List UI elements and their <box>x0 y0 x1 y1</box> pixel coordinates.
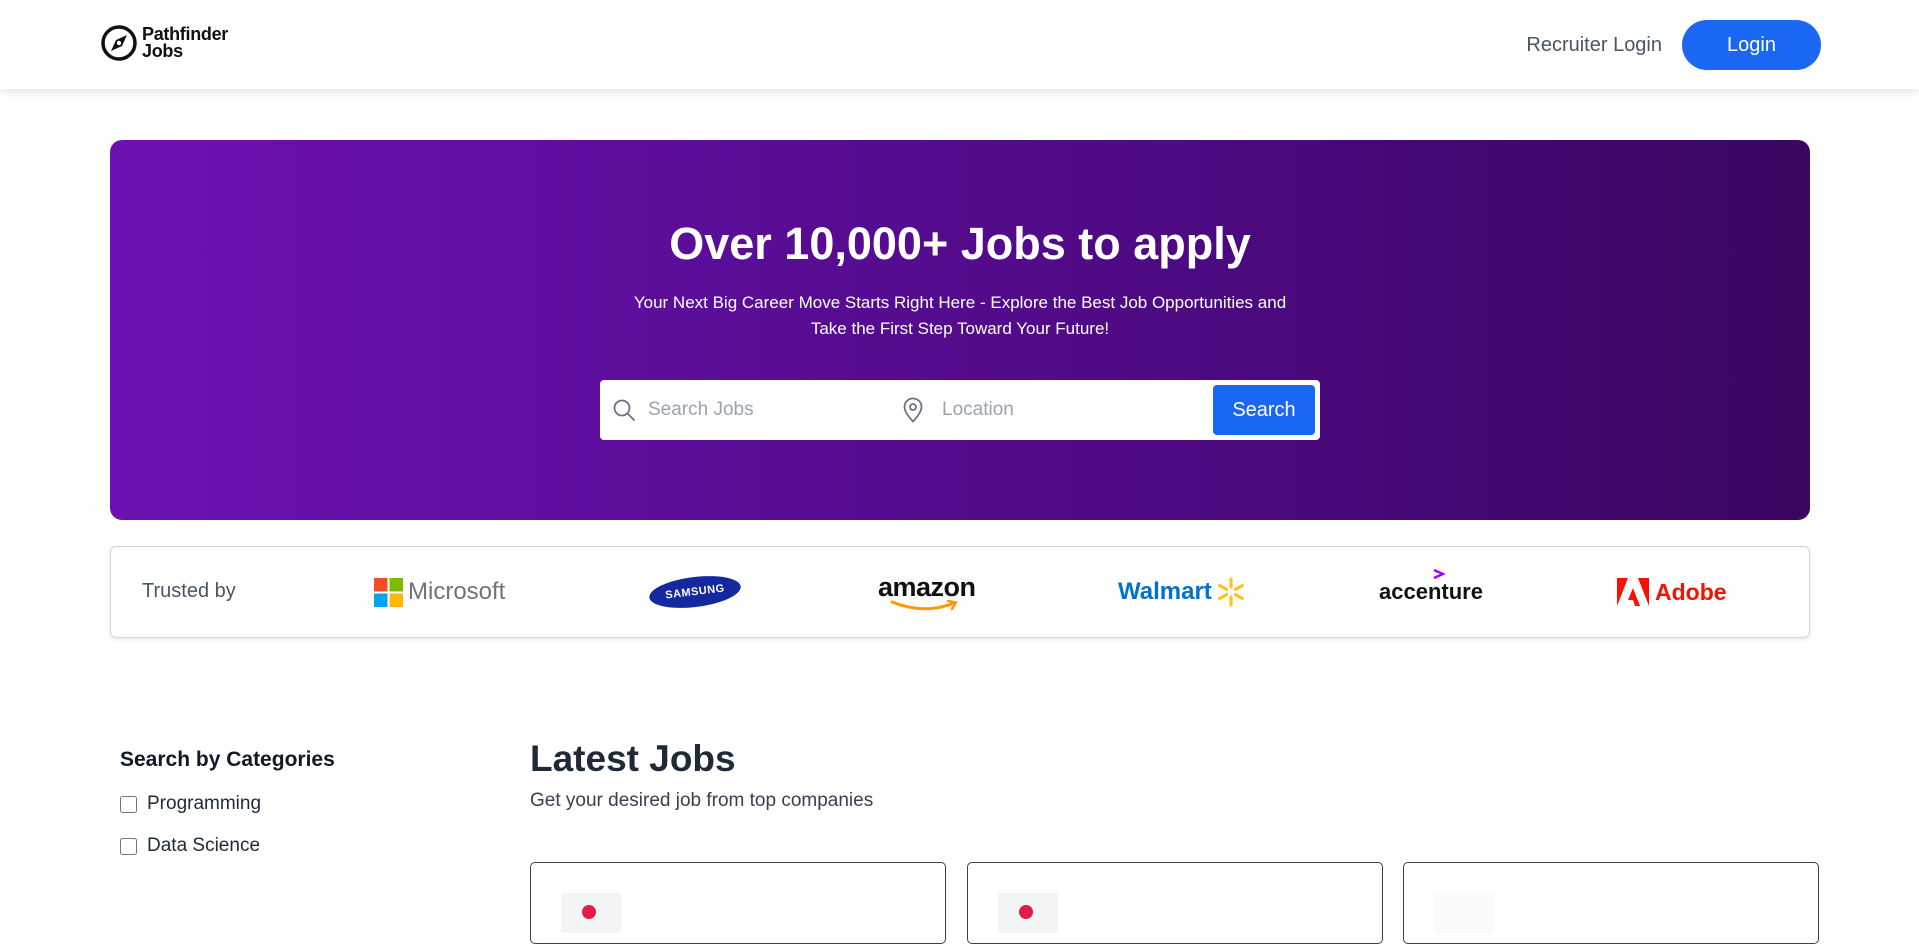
job-search-bar: Search <box>600 380 1320 440</box>
samsung-oval: SAMSUNG <box>647 571 743 613</box>
job-card[interactable] <box>530 862 946 944</box>
search-jobs-field <box>600 380 890 440</box>
accenture-wordmark: accenture <box>1379 579 1483 604</box>
company-logo <box>1434 893 1494 933</box>
latest-jobs-subtitle: Get your desired job from top companies <box>530 790 874 811</box>
hero-banner: Over 10,000+ Jobs to apply Your Next Big… <box>110 140 1810 520</box>
trusted-by-label: Trusted by <box>142 580 236 602</box>
category-item-data-science[interactable]: Data Science <box>120 835 335 857</box>
location-pin-icon <box>903 397 923 423</box>
company-logo <box>998 893 1058 933</box>
walmart-spark-icon <box>1217 577 1244 607</box>
adobe-wordmark: Adobe <box>1655 578 1727 605</box>
microsoft-grid-icon <box>374 577 403 607</box>
category-label: Data Science <box>147 835 261 856</box>
amazon-smile-icon <box>890 599 958 611</box>
walmart-wordmark: Walmart <box>1118 578 1212 605</box>
latest-jobs-title: Latest Jobs <box>530 738 736 779</box>
categories-title: Search by Categories <box>120 748 335 771</box>
search-icon <box>613 399 635 421</box>
company-logo <box>561 893 621 933</box>
accenture-chevron-icon <box>1433 569 1445 580</box>
amazon-logo: amazon <box>878 547 978 637</box>
trusted-by-strip: Trusted by Microsoft SAMSUNG amazon Walm… <box>110 546 1810 638</box>
category-checkbox[interactable] <box>120 837 137 855</box>
latest-jobs-section: Latest Jobs Get your desired job from to… <box>530 738 873 812</box>
hero-title: Over 10,000+ Jobs to apply <box>669 218 1251 269</box>
category-label: Programming <box>147 793 262 814</box>
samsung-wordmark: SAMSUNG <box>664 582 726 602</box>
search-button[interactable]: Search <box>1213 385 1315 435</box>
walmart-logo: Walmart <box>1118 547 1246 637</box>
location-input[interactable] <box>940 398 1184 422</box>
samsung-logo: SAMSUNG <box>647 547 743 637</box>
hero-subtitle: Your Next Big Career Move Starts Right H… <box>633 293 1287 338</box>
adobe-a-icon <box>1617 578 1649 606</box>
compass-icon <box>101 25 137 61</box>
microsoft-wordmark: Microsoft <box>408 578 506 605</box>
category-sidebar: Search by Categories Programming Data Sc… <box>120 748 335 857</box>
search-jobs-input[interactable] <box>646 398 880 422</box>
category-item-programming[interactable]: Programming <box>120 793 335 815</box>
logo-text: Pathfinder Jobs <box>142 25 228 61</box>
accenture-mark: accenture <box>1379 569 1483 605</box>
site-logo[interactable]: Pathfinder Jobs <box>100 24 228 62</box>
location-field <box>890 380 1200 440</box>
category-checkbox[interactable] <box>120 795 137 813</box>
job-card[interactable] <box>967 862 1383 944</box>
job-card[interactable] <box>1403 862 1819 944</box>
microsoft-logo: Microsoft <box>374 547 505 637</box>
logo-line2: Jobs <box>142 41 183 61</box>
accenture-logo: accenture <box>1379 547 1483 637</box>
login-button[interactable]: Login <box>1682 20 1821 70</box>
recruiter-login-link[interactable]: Recruiter Login <box>1526 34 1662 57</box>
adobe-logo: Adobe <box>1617 547 1727 637</box>
top-header: Pathfinder Jobs Recruiter Login Login <box>0 0 1919 89</box>
amazon-mark: amazon <box>878 572 978 612</box>
header-actions: Recruiter Login Login <box>1526 20 1821 70</box>
